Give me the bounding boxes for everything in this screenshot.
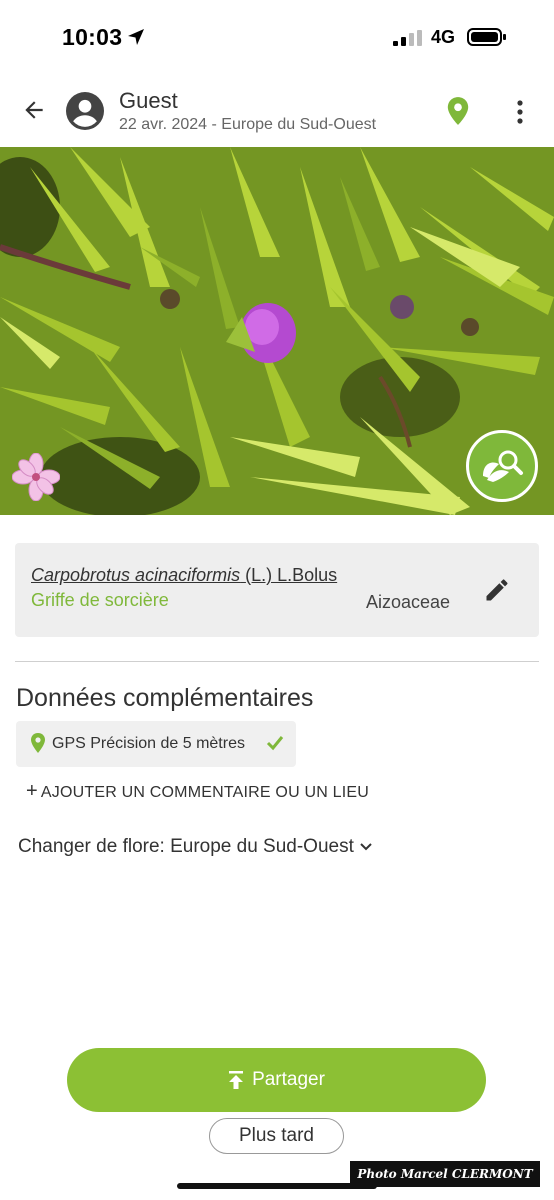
flora-selector[interactable]: Changer de flore: Europe du Sud-Ouest [18, 836, 372, 858]
author-name: (L.) L.Bolus [245, 565, 338, 585]
status-bar: 10:03 4G [0, 0, 554, 72]
user-name: Guest [119, 88, 178, 113]
section-title: Données complémentaires [16, 684, 314, 712]
share-button[interactable]: Partager [67, 1048, 486, 1112]
plant-photo[interactable] [0, 147, 554, 515]
gps-chip: GPS Précision de 5 mètres [16, 721, 296, 767]
leaf-search-icon [483, 450, 523, 482]
add-comment-button[interactable]: + AJOUTER UN COMMENTAIRE OU UN LIEU [26, 780, 369, 803]
common-name: Griffe de sorcière [31, 590, 169, 610]
battery-icon [467, 28, 506, 46]
later-button[interactable]: Plus tard [209, 1118, 344, 1154]
share-label: Partager [252, 1069, 325, 1090]
arrow-left-icon [25, 101, 43, 119]
plus-icon: + [26, 780, 38, 802]
identify-button[interactable] [466, 430, 538, 502]
account-circle-icon[interactable] [66, 92, 104, 130]
observation-subtitle: 22 avr. 2024 - Europe du Sud-Ouest [119, 116, 377, 133]
scientific-name-link[interactable]: Carpobrotus acinaciformis (L.) L.Bolus [31, 565, 337, 586]
status-time: 10:03 [62, 24, 123, 50]
map-pin-icon[interactable] [445, 96, 471, 126]
network-label: 4G [431, 27, 456, 47]
species-card[interactable]: Carpobrotus acinaciformis (L.) L.Bolus G… [15, 543, 539, 637]
flora-label: Changer de flore: Europe du Sud-Ouest [18, 836, 354, 857]
gps-precision: GPS Précision de 5 mètres [52, 735, 245, 752]
upload-icon [229, 1071, 244, 1089]
home-indicator [177, 1183, 377, 1189]
more-vertical-icon[interactable] [508, 98, 532, 126]
location-arrow-icon [128, 29, 144, 45]
photo-credit-watermark: Photo Marcel CLERMONT [350, 1161, 540, 1187]
pencil-icon[interactable] [483, 576, 511, 604]
family-name: Aizoaceae [366, 592, 451, 612]
divider [15, 661, 539, 662]
app-header: Guest 22 avr. 2024 - Europe du Sud-Ouest [0, 80, 554, 146]
signal-icon [393, 30, 422, 46]
back-button[interactable] [18, 94, 50, 126]
flower-icon [12, 453, 60, 501]
check-icon [266, 736, 284, 751]
map-pin-icon [31, 733, 45, 753]
scientific-name: Carpobrotus acinaciformis [31, 565, 241, 585]
add-comment-label: AJOUTER UN COMMENTAIRE OU UN LIEU [40, 784, 369, 801]
later-label: Plus tard [239, 1125, 314, 1146]
chevron-down-icon [360, 843, 372, 851]
